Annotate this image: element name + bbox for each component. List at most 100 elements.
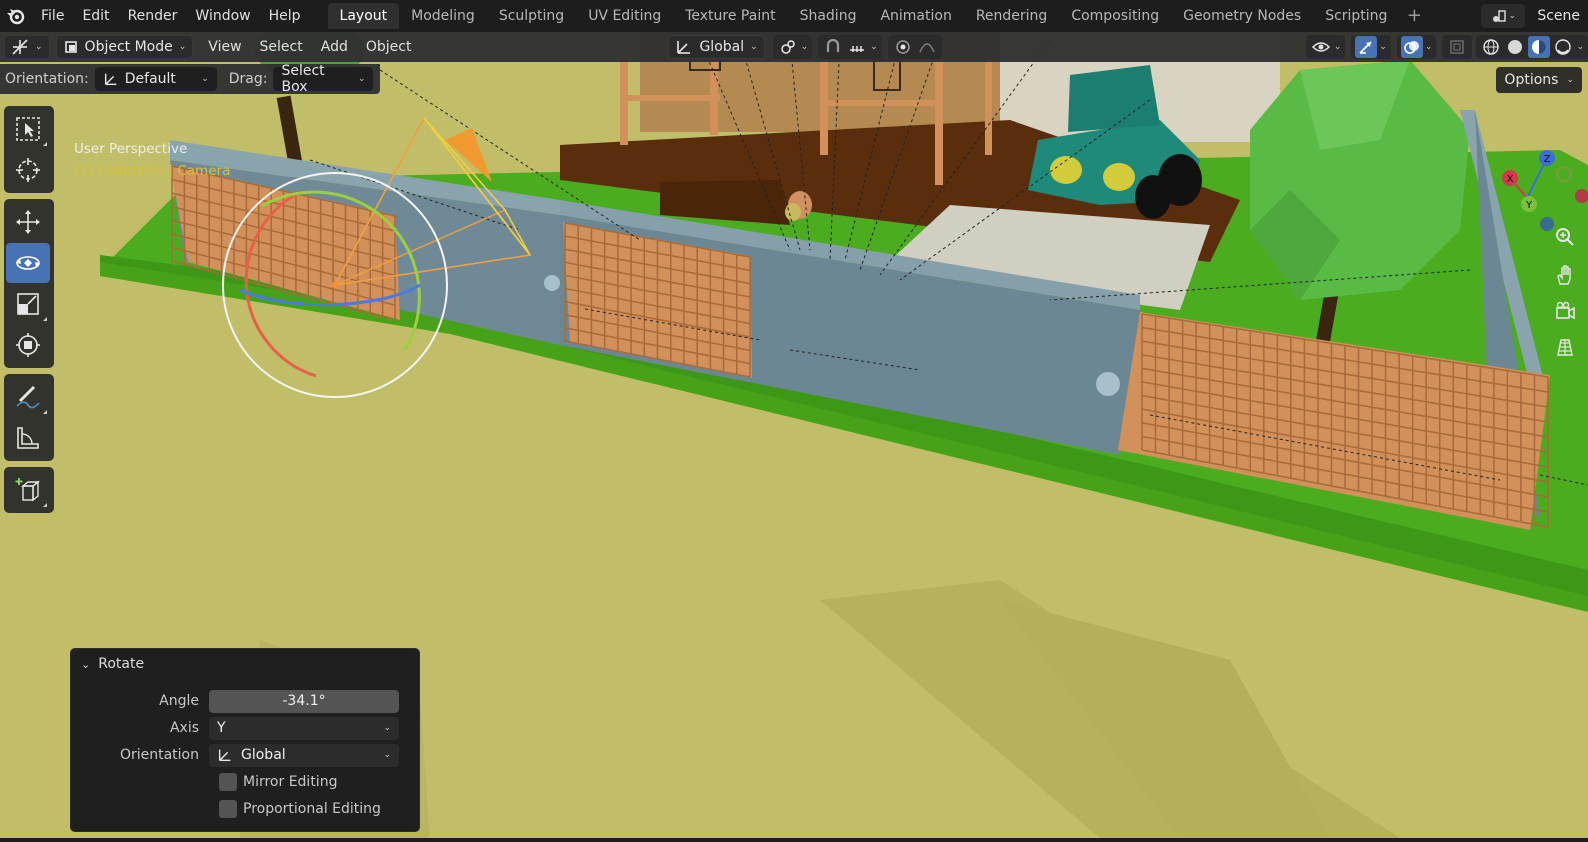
camera-view-button[interactable] — [1550, 296, 1580, 326]
menu-edit[interactable]: Edit — [73, 3, 118, 29]
snap-group: ⌄ — [818, 35, 882, 59]
proportional-edit-icon[interactable] — [892, 36, 914, 58]
orientation-icon — [677, 41, 691, 54]
menu-window[interactable]: Window — [186, 3, 259, 29]
menu-render[interactable]: Render — [119, 3, 187, 29]
orientation-row: Orientation Global ⌄ — [71, 743, 421, 767]
tab-rendering[interactable]: Rendering — [964, 3, 1060, 29]
snap-toggle-icon[interactable] — [822, 36, 844, 58]
chevron-down-icon: ⌄ — [1566, 75, 1574, 85]
xray-group — [1442, 35, 1473, 59]
options-dropdown[interactable]: Options ⌄ — [1496, 67, 1582, 93]
status-bar — [0, 838, 1588, 842]
chevron-down-icon: ⌄ — [383, 750, 391, 760]
tool-group-select — [4, 106, 54, 193]
gizmo-toggle-icon[interactable] — [1355, 36, 1378, 58]
chevron-down-icon: ⌄ — [35, 42, 43, 52]
tab-compositing[interactable]: Compositing — [1059, 3, 1171, 29]
chevron-down-icon: ⌄ — [1508, 11, 1517, 21]
scene-type-button[interactable]: ⌄ — [1481, 4, 1526, 28]
transform-orientation-selector[interactable]: Global ⌄ — [668, 35, 765, 59]
cursor-tool[interactable] — [6, 150, 50, 190]
angle-field[interactable]: -34.1° — [209, 689, 399, 713]
proportional-row: Proportional Editing — [71, 797, 421, 821]
orientation-label: Orientation — [119, 747, 199, 763]
drag-field-label: Drag: — [228, 71, 268, 87]
proportional-group — [887, 35, 942, 59]
move-tool[interactable] — [6, 202, 50, 242]
axis-value: Y — [217, 720, 226, 736]
tab-sculpting[interactable]: Sculpting — [487, 3, 576, 29]
magnifier-icon — [1556, 228, 1574, 246]
perspective-toggle-button[interactable] — [1550, 332, 1580, 362]
hand-icon — [1557, 265, 1571, 285]
xray-icon[interactable] — [1446, 36, 1468, 58]
menu-view[interactable]: View — [199, 35, 250, 59]
rendered-shading-icon[interactable] — [1552, 36, 1574, 58]
orientation-dropdown[interactable]: Global ⌄ — [209, 743, 399, 767]
scale-tool[interactable] — [6, 284, 50, 324]
tab-shading[interactable]: Shading — [788, 3, 869, 29]
angle-row: Angle -34.1° — [71, 689, 421, 713]
wireframe-shading-icon[interactable] — [1480, 36, 1502, 58]
tab-geometry-nodes[interactable]: Geometry Nodes — [1171, 3, 1313, 29]
tab-uv-editing[interactable]: UV Editing — [576, 3, 673, 29]
tab-layout[interactable]: Layout — [327, 3, 400, 29]
menu-help[interactable]: Help — [260, 3, 310, 29]
editor-type-button[interactable]: ⌄ — [4, 35, 50, 59]
eye-icon[interactable] — [1310, 36, 1332, 58]
light-probe — [1096, 372, 1120, 396]
pivot-point-selector[interactable]: ⌄ — [772, 35, 813, 59]
overlays-toggle-icon[interactable] — [1400, 36, 1423, 58]
tab-texture-paint[interactable]: Texture Paint — [673, 3, 787, 29]
menu-add[interactable]: Add — [312, 35, 357, 59]
menu-select[interactable]: Select — [251, 35, 312, 59]
select-box-tool[interactable] — [6, 109, 50, 149]
chevron-down-icon: ⌄ — [870, 42, 878, 52]
orientation-label: Global — [699, 39, 745, 55]
active-object-name: Camera — [177, 163, 231, 179]
chevron-down-icon: ⌄ — [1333, 42, 1342, 52]
orientation-icon — [104, 73, 117, 86]
scene-name-field[interactable]: Scene — [1529, 4, 1588, 28]
chevron-down-icon: ⌄ — [750, 42, 758, 52]
tool-group-transform — [4, 199, 54, 368]
measure-tool[interactable] — [6, 418, 50, 458]
tab-scripting[interactable]: Scripting — [1313, 3, 1399, 29]
pencil-icon — [16, 385, 40, 409]
y-axis-label: Y — [1525, 200, 1533, 211]
annotate-tool[interactable] — [6, 377, 50, 417]
tool-shelf — [4, 106, 54, 519]
tab-modeling[interactable]: Modeling — [399, 3, 487, 29]
view-name-label: User Perspective — [74, 141, 188, 157]
solid-shading-icon[interactable] — [1504, 36, 1526, 58]
axis-dropdown[interactable]: Y ⌄ — [209, 716, 399, 740]
proportional-editing-checkbox[interactable]: Proportional Editing — [219, 800, 381, 818]
mode-selector[interactable]: Object Mode ⌄ — [55, 35, 194, 59]
chevron-down-icon: ⌄ — [1379, 42, 1387, 52]
material-preview-icon[interactable] — [1528, 36, 1551, 58]
orientation-dropdown[interactable]: Default ⌄ — [94, 67, 217, 91]
chevron-down-icon: ⌄ — [383, 723, 391, 733]
mirror-editing-checkbox[interactable]: Mirror Editing — [219, 773, 337, 791]
mirror-label: Mirror Editing — [243, 774, 338, 790]
add-cube-tool[interactable] — [6, 470, 50, 510]
checkbox-box[interactable] — [219, 800, 237, 818]
menu-file[interactable]: File — [32, 3, 73, 29]
drag-dropdown[interactable]: Select Box ⌄ — [273, 63, 374, 95]
add-workspace-button[interactable]: + — [1403, 5, 1425, 27]
operator-panel-header[interactable]: ⌄ Rotate — [71, 649, 419, 679]
falloff-icon[interactable] — [916, 36, 938, 58]
blender-logo-icon[interactable] — [0, 0, 32, 32]
snap-target-icon[interactable] — [846, 36, 868, 58]
railing — [985, 60, 992, 155]
zoom-button[interactable] — [1550, 222, 1580, 252]
checkbox-box[interactable] — [219, 773, 237, 791]
rotate-tool[interactable] — [6, 243, 50, 283]
transform-tool[interactable] — [6, 325, 50, 365]
pan-button[interactable] — [1550, 260, 1580, 290]
tab-animation[interactable]: Animation — [868, 3, 963, 29]
menu-object[interactable]: Object — [357, 35, 421, 59]
railing — [620, 95, 720, 101]
orientation-value: Default — [124, 71, 176, 87]
